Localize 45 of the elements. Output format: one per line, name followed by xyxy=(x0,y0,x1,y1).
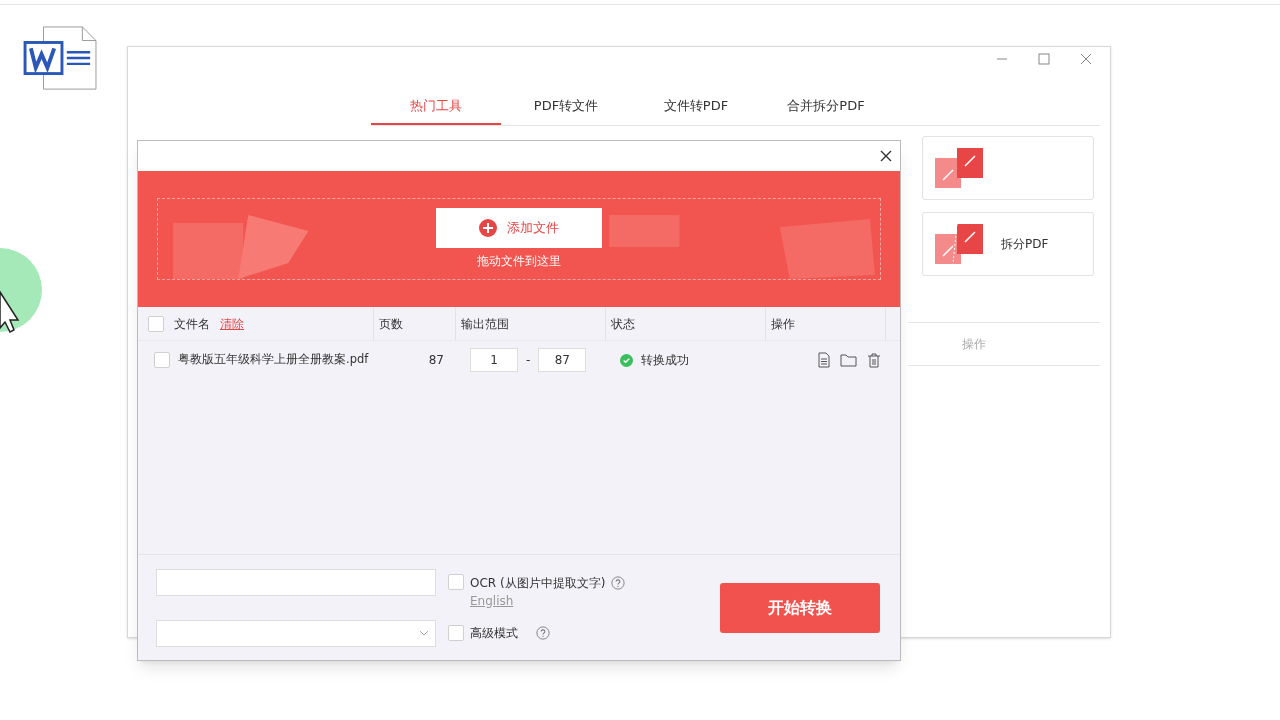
tab[interactable]: 合并拆分PDF xyxy=(761,89,891,125)
clear-link[interactable]: 清除 xyxy=(220,314,244,333)
column-header: 页数 xyxy=(379,315,403,333)
maximize-icon[interactable] xyxy=(1038,53,1050,65)
column-header: 文件名 xyxy=(174,315,210,333)
tab[interactable]: PDF转文件 xyxy=(501,89,631,125)
trash-icon[interactable] xyxy=(866,352,882,368)
folder-icon[interactable] xyxy=(840,352,858,368)
word-document-icon[interactable] xyxy=(22,25,100,93)
dropdown[interactable] xyxy=(156,619,436,647)
close-icon[interactable] xyxy=(880,150,892,162)
add-file-button[interactable]: 添加文件 xyxy=(436,208,602,248)
page-count: 87 xyxy=(428,352,444,369)
advanced-mode-label: 高级模式 xyxy=(470,624,518,642)
status-text: 转换成功 xyxy=(641,352,689,369)
range-start-field[interactable]: 1 xyxy=(470,348,518,372)
check-circle-icon xyxy=(620,353,633,367)
column-header: 输出范围 xyxy=(461,315,509,333)
document-icon[interactable] xyxy=(816,352,832,368)
plus-icon xyxy=(479,219,497,237)
checkbox[interactable] xyxy=(154,352,170,368)
tool-card-label: 拆分PDF xyxy=(1001,236,1049,253)
file-row[interactable]: 粤教版五年级科学上册全册教案.pdf 87 1 - 87 转换成功 xyxy=(138,341,900,379)
column-header: 操作 xyxy=(962,336,986,353)
tab[interactable]: 文件转PDF xyxy=(631,89,761,125)
help-icon[interactable] xyxy=(536,625,550,640)
tool-card[interactable] xyxy=(922,136,1094,200)
tool-card[interactable]: 拆分PDF xyxy=(922,212,1094,276)
checkbox[interactable] xyxy=(148,315,164,332)
drop-hint: 拖动文件到这里 xyxy=(477,253,561,270)
pdf-pages-icon xyxy=(935,146,985,190)
column-header: 操作 xyxy=(771,315,795,333)
ocr-label: OCR (从图片中提取文字) xyxy=(470,574,606,592)
range-end-field[interactable]: 87 xyxy=(538,348,587,372)
checkbox[interactable] xyxy=(448,624,464,641)
pdf-pages-icon xyxy=(935,222,985,266)
chevron-down-icon xyxy=(419,630,429,636)
column-header: 状态 xyxy=(611,315,635,333)
help-icon[interactable] xyxy=(611,575,626,590)
drop-zone[interactable]: 添加文件 拖动文件到这里 xyxy=(138,171,900,307)
output-folder-field[interactable] xyxy=(156,568,436,596)
checkbox[interactable] xyxy=(448,573,464,590)
tab[interactable]: 热门工具 xyxy=(371,89,501,125)
file-name: 粤教版五年级科学上册全册教案.pdf xyxy=(178,351,369,369)
range-separator: - xyxy=(526,352,531,369)
